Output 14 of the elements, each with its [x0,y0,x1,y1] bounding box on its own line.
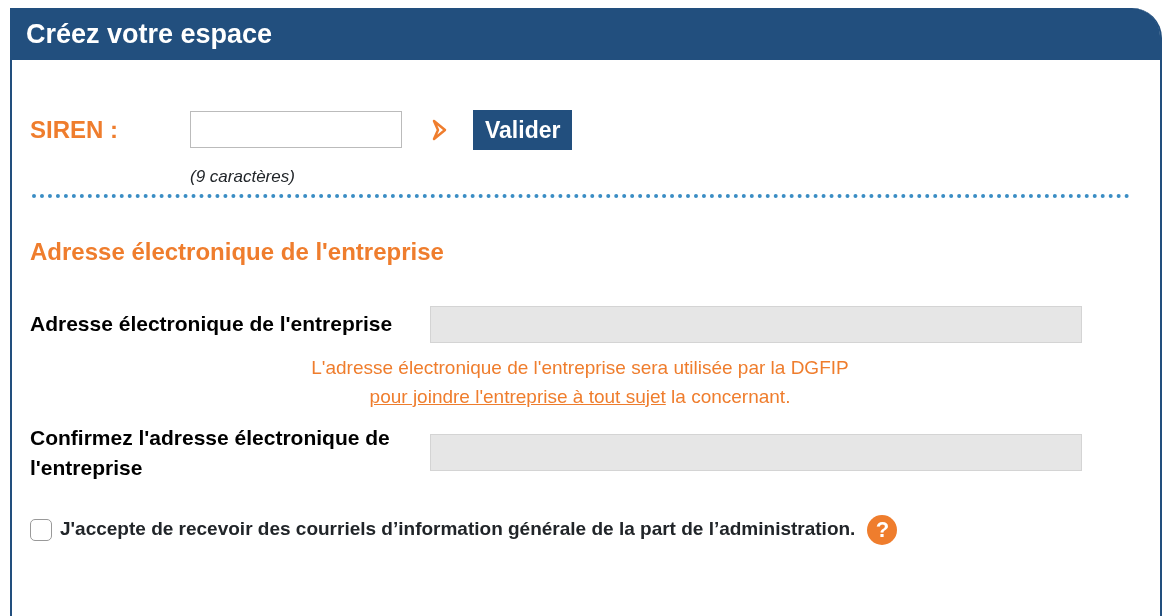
help-icon[interactable]: ? [867,514,898,545]
siren-input[interactable] [190,111,402,149]
chevron-icon [431,117,449,142]
checkbox[interactable] [30,518,52,541]
siren-label: SIREN : [30,114,119,145]
field-label: Adresse électronique de l'entreprise [30,311,394,337]
section-heading: Adresse électronique de l'entreprise [30,236,445,267]
hint-text: (9 caractères) [190,166,296,188]
panel-title: Créez votre espace [12,8,1160,60]
info-note: L'adresse électronique de l'entreprise sera utilisée par la DGFIP pour joindre l'entreprise à tout sujet la concernant. [310,355,850,409]
info-link[interactable]: pour joindre l'entreprise à tout sujet [369,385,666,407]
field-label: Confirmez l'adresse électronique de l'entreprise [30,424,391,481]
consent-label: J'accepte de recevoir des courriels d’information générale de la part de l’administration. [60,517,856,542]
validate-button[interactable]: Valider [473,109,573,150]
